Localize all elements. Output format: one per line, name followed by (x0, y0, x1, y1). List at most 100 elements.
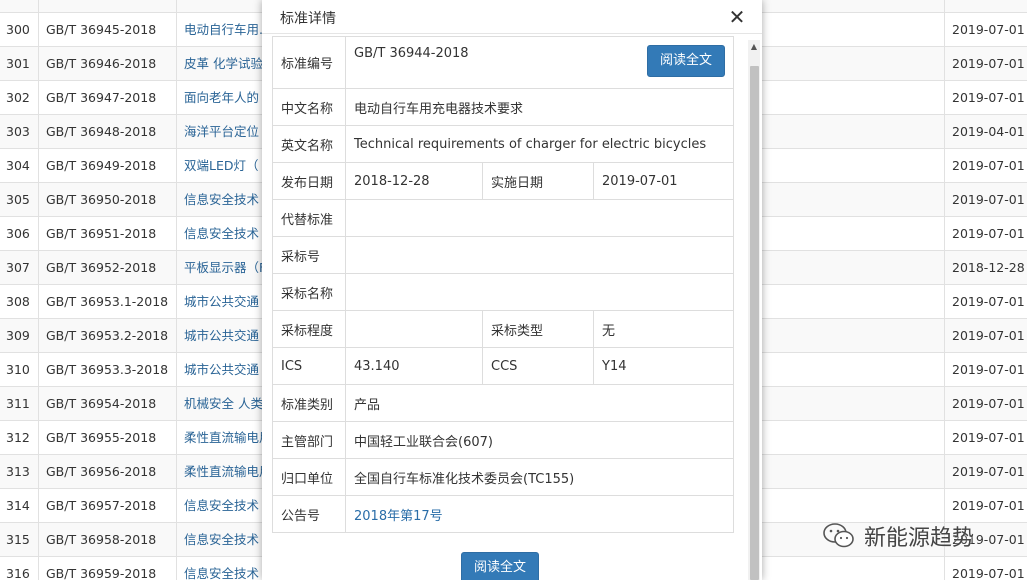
row-number: 316 (6, 566, 30, 580)
scroll-thumb[interactable] (750, 66, 759, 580)
category-label: 标准类别 (272, 384, 346, 422)
row-title-link[interactable]: 信息安全技术 (184, 489, 264, 523)
row-code: GB/T 36951-2018 (46, 226, 157, 241)
row-number: 313 (6, 464, 30, 479)
watermark: 新能源趋势 (822, 520, 974, 552)
modal-scrollbar[interactable]: ▲ (748, 40, 760, 580)
adopt-name-value (345, 273, 734, 311)
row-title-link[interactable]: 城市公共交通 (184, 285, 264, 319)
en-name-label: 英文名称 (272, 125, 346, 163)
cn-name-value: 电动自行车用充电器技术要求 (345, 88, 734, 126)
adopt-degree-value (345, 310, 483, 348)
row-code: GB/T 36953.1-2018 (46, 294, 169, 309)
row-number: 306 (6, 226, 30, 241)
row-title-link[interactable]: 城市公共交通 (184, 319, 264, 353)
row-title-link[interactable]: 柔性直流输电用 (184, 421, 264, 455)
en-name-value: Technical requirements of charger for el… (345, 125, 734, 163)
implement-date-value: 2019-07-01 (593, 162, 734, 200)
replace-std-value (345, 199, 734, 237)
row-title-link[interactable]: 海洋平台定位 (184, 115, 264, 149)
watermark-text: 新能源趋势 (864, 526, 975, 551)
row-number: 308 (6, 294, 30, 309)
row-title-link[interactable]: 信息安全技术 (184, 183, 264, 217)
row-title-link[interactable]: 柔性直流输电用 (184, 455, 264, 489)
adopt-no-value (345, 236, 734, 274)
dept-value: 中国轻工业联合会(607) (345, 421, 734, 459)
read-full-button-bottom[interactable]: 阅读全文 (461, 552, 540, 580)
notice-link[interactable]: 2018年第17号 (354, 509, 443, 524)
std-no-cell: GB/T 36944-2018 阅读全文 (345, 36, 734, 89)
dept-label: 主管部门 (272, 421, 346, 459)
row-date: 2018-12-28 (952, 260, 1025, 275)
row-code: GB/T 36948-2018 (46, 124, 157, 139)
adopt-degree-label: 采标程度 (272, 310, 346, 348)
row-code: GB/T 36954-2018 (46, 396, 157, 411)
ics-value: 43.140 (345, 347, 483, 385)
row-date: 2019-07-01 (952, 328, 1025, 343)
standard-detail-modal: 标准详情 ✕ 标准编号 GB/T 36944-2018 阅读全文 中文名称 电动… (262, 0, 762, 580)
row-title-link[interactable]: 信息安全技术 (184, 557, 264, 580)
row-title-link[interactable]: 机械安全 人类 (184, 387, 264, 421)
column-divider (944, 0, 945, 580)
read-full-button-top[interactable]: 阅读全文 (646, 45, 725, 77)
row-date: 2019-04-01 (952, 124, 1025, 139)
row-date: 2019-07-01 (952, 362, 1025, 377)
implement-date-label: 实施日期 (482, 162, 594, 200)
row-number: 310 (6, 362, 30, 377)
row-date: 2019-07-01 (952, 498, 1025, 513)
row-date: 2019-07-01 (952, 294, 1025, 309)
row-code: GB/T 36949-2018 (46, 158, 157, 173)
publish-date-label: 发布日期 (272, 162, 346, 200)
row-code: GB/T 36952-2018 (46, 260, 157, 275)
modal-title: 标准详情 (280, 11, 336, 27)
row-code: GB/T 36953.3-2018 (46, 362, 169, 377)
row-date: 2019-07-01 (952, 396, 1025, 411)
notice-cell: 2018年第17号 (345, 495, 734, 533)
std-no-label: 标准编号 (272, 36, 346, 89)
row-number: 302 (6, 90, 30, 105)
row-date: 2019-07-01 (952, 430, 1025, 445)
row-code: GB/T 36947-2018 (46, 90, 157, 105)
notice-label: 公告号 (272, 495, 346, 533)
cn-name-label: 中文名称 (272, 88, 346, 126)
row-title-link[interactable]: 信息安全技术 (184, 523, 264, 557)
detail-table: 标准编号 GB/T 36944-2018 阅读全文 中文名称 电动自行车用充电器… (272, 36, 734, 533)
column-divider (176, 0, 177, 580)
row-title-link[interactable]: 城市公共交通 (184, 353, 264, 387)
row-date: 2019-07-01 (952, 566, 1025, 580)
row-date: 2019-07-01 (952, 90, 1025, 105)
row-date: 2019-07-01 (952, 464, 1025, 479)
row-title-link[interactable]: 面向老年人的 (184, 81, 264, 115)
row-number: 303 (6, 124, 30, 139)
close-icon[interactable]: ✕ (726, 6, 748, 28)
row-code: GB/T 36953.2-2018 (46, 328, 169, 343)
row-title-link[interactable]: 皮革 化学试验 (184, 47, 264, 81)
row-number: 300 (6, 22, 30, 37)
row-code: GB/T 36946-2018 (46, 56, 157, 71)
category-value: 产品 (345, 384, 734, 422)
wechat-icon (823, 523, 854, 548)
ccs-label: CCS (482, 347, 594, 385)
adopt-type-value: 无 (593, 310, 734, 348)
ics-label: ICS (272, 347, 346, 385)
unit-value: 全国自行车标准化技术委员会(TC155) (345, 458, 734, 496)
row-title-link[interactable]: 平板显示器（F (184, 251, 264, 285)
ccs-value: Y14 (593, 347, 734, 385)
row-number: 309 (6, 328, 30, 343)
row-number: 314 (6, 498, 30, 513)
row-number: 301 (6, 56, 30, 71)
row-title-link[interactable]: 电动自行车用... (184, 13, 264, 47)
row-date: 2019-07-01 (952, 226, 1025, 241)
row-title-link[interactable]: 信息安全技术 (184, 217, 264, 251)
row-number: 312 (6, 430, 30, 445)
adopt-name-label: 采标名称 (272, 273, 346, 311)
scroll-up-arrow-icon[interactable]: ▲ (748, 40, 760, 54)
row-number: 304 (6, 158, 30, 173)
row-code: GB/T 36956-2018 (46, 464, 157, 479)
row-title-link[interactable]: 双端LED灯（ (184, 149, 264, 183)
row-date: 2019-07-01 (952, 56, 1025, 71)
row-number: 315 (6, 532, 30, 547)
row-code: GB/T 36959-2018 (46, 566, 157, 580)
modal-body: 标准编号 GB/T 36944-2018 阅读全文 中文名称 电动自行车用充电器… (262, 36, 762, 580)
row-date: 2019-07-01 (952, 158, 1025, 173)
